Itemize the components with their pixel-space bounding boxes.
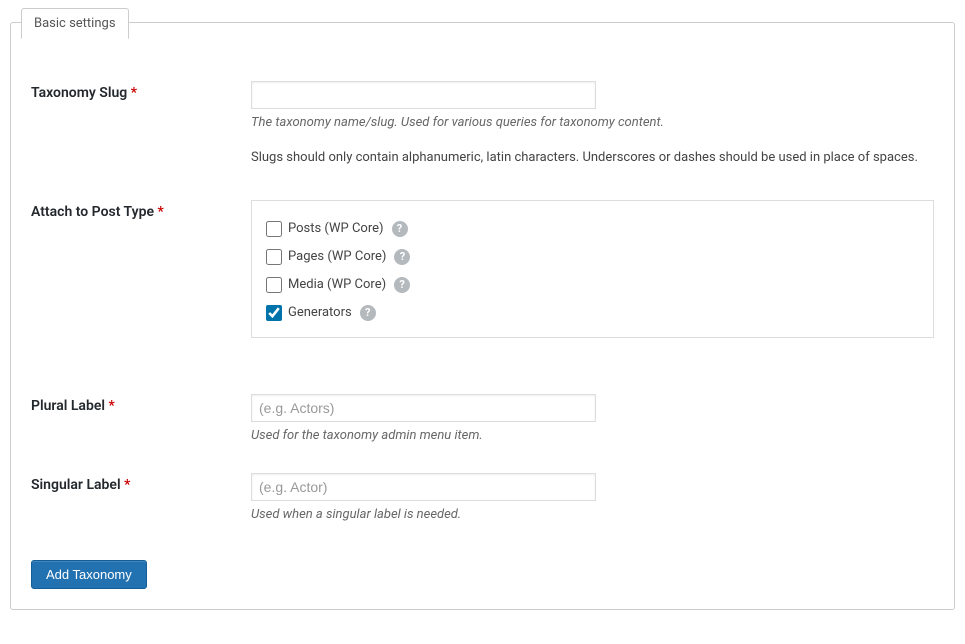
plural-label-desc: Used for the taxonomy admin menu item. (251, 428, 934, 443)
checkbox-label: Generators (288, 305, 352, 320)
label-taxonomy-slug: Taxonomy Slug * (31, 81, 251, 168)
checkbox-media[interactable] (266, 277, 282, 293)
add-taxonomy-button[interactable]: Add Taxonomy (31, 560, 147, 589)
post-types-box: Posts (WP Core) ? Pages (WP Core) ? Medi… (251, 200, 934, 338)
label-singular-label: Singular Label * (31, 473, 251, 522)
label-attach-post-type: Attach to Post Type * (31, 200, 251, 338)
row-plural-label: Plural Label * Used for the taxonomy adm… (31, 376, 934, 451)
post-type-option-posts[interactable]: Posts (WP Core) ? (266, 215, 919, 243)
basic-settings-panel: Basic settings Taxonomy Slug * The taxon… (10, 22, 955, 610)
post-type-option-generators[interactable]: Generators ? (266, 299, 919, 327)
tab-basic-settings[interactable]: Basic settings (21, 8, 129, 39)
taxonomy-slug-desc-plain: Slugs should only contain alphanumeric, … (251, 148, 934, 168)
row-singular-label: Singular Label * Used when a singular la… (31, 451, 934, 530)
taxonomy-slug-input[interactable] (251, 81, 596, 109)
required-mark: * (157, 204, 163, 220)
required-mark: * (124, 477, 130, 493)
tab-label: Basic settings (34, 16, 116, 31)
checkbox-posts[interactable] (266, 221, 282, 237)
singular-label-desc: Used when a singular label is needed. (251, 507, 934, 522)
required-mark: * (131, 85, 137, 101)
checkbox-generators[interactable] (266, 305, 282, 321)
checkbox-label: Pages (WP Core) (288, 249, 386, 264)
help-icon[interactable]: ? (392, 221, 408, 237)
required-mark: * (109, 398, 115, 414)
help-icon[interactable]: ? (360, 305, 376, 321)
label-plural-label: Plural Label * (31, 394, 251, 443)
checkbox-label: Posts (WP Core) (288, 221, 384, 236)
submit-row: Add Taxonomy (31, 560, 934, 589)
help-icon[interactable]: ? (394, 277, 410, 293)
plural-label-input[interactable] (251, 394, 596, 422)
row-attach-post-type: Attach to Post Type * Posts (WP Core) ? … (31, 176, 934, 346)
post-type-option-pages[interactable]: Pages (WP Core) ? (266, 243, 919, 271)
help-icon[interactable]: ? (394, 249, 410, 265)
singular-label-input[interactable] (251, 473, 596, 501)
row-taxonomy-slug: Taxonomy Slug * The taxonomy name/slug. … (31, 63, 934, 176)
checkbox-label: Media (WP Core) (288, 277, 386, 292)
taxonomy-slug-desc-italic: The taxonomy name/slug. Used for various… (251, 115, 934, 130)
checkbox-pages[interactable] (266, 249, 282, 265)
post-type-option-media[interactable]: Media (WP Core) ? (266, 271, 919, 299)
